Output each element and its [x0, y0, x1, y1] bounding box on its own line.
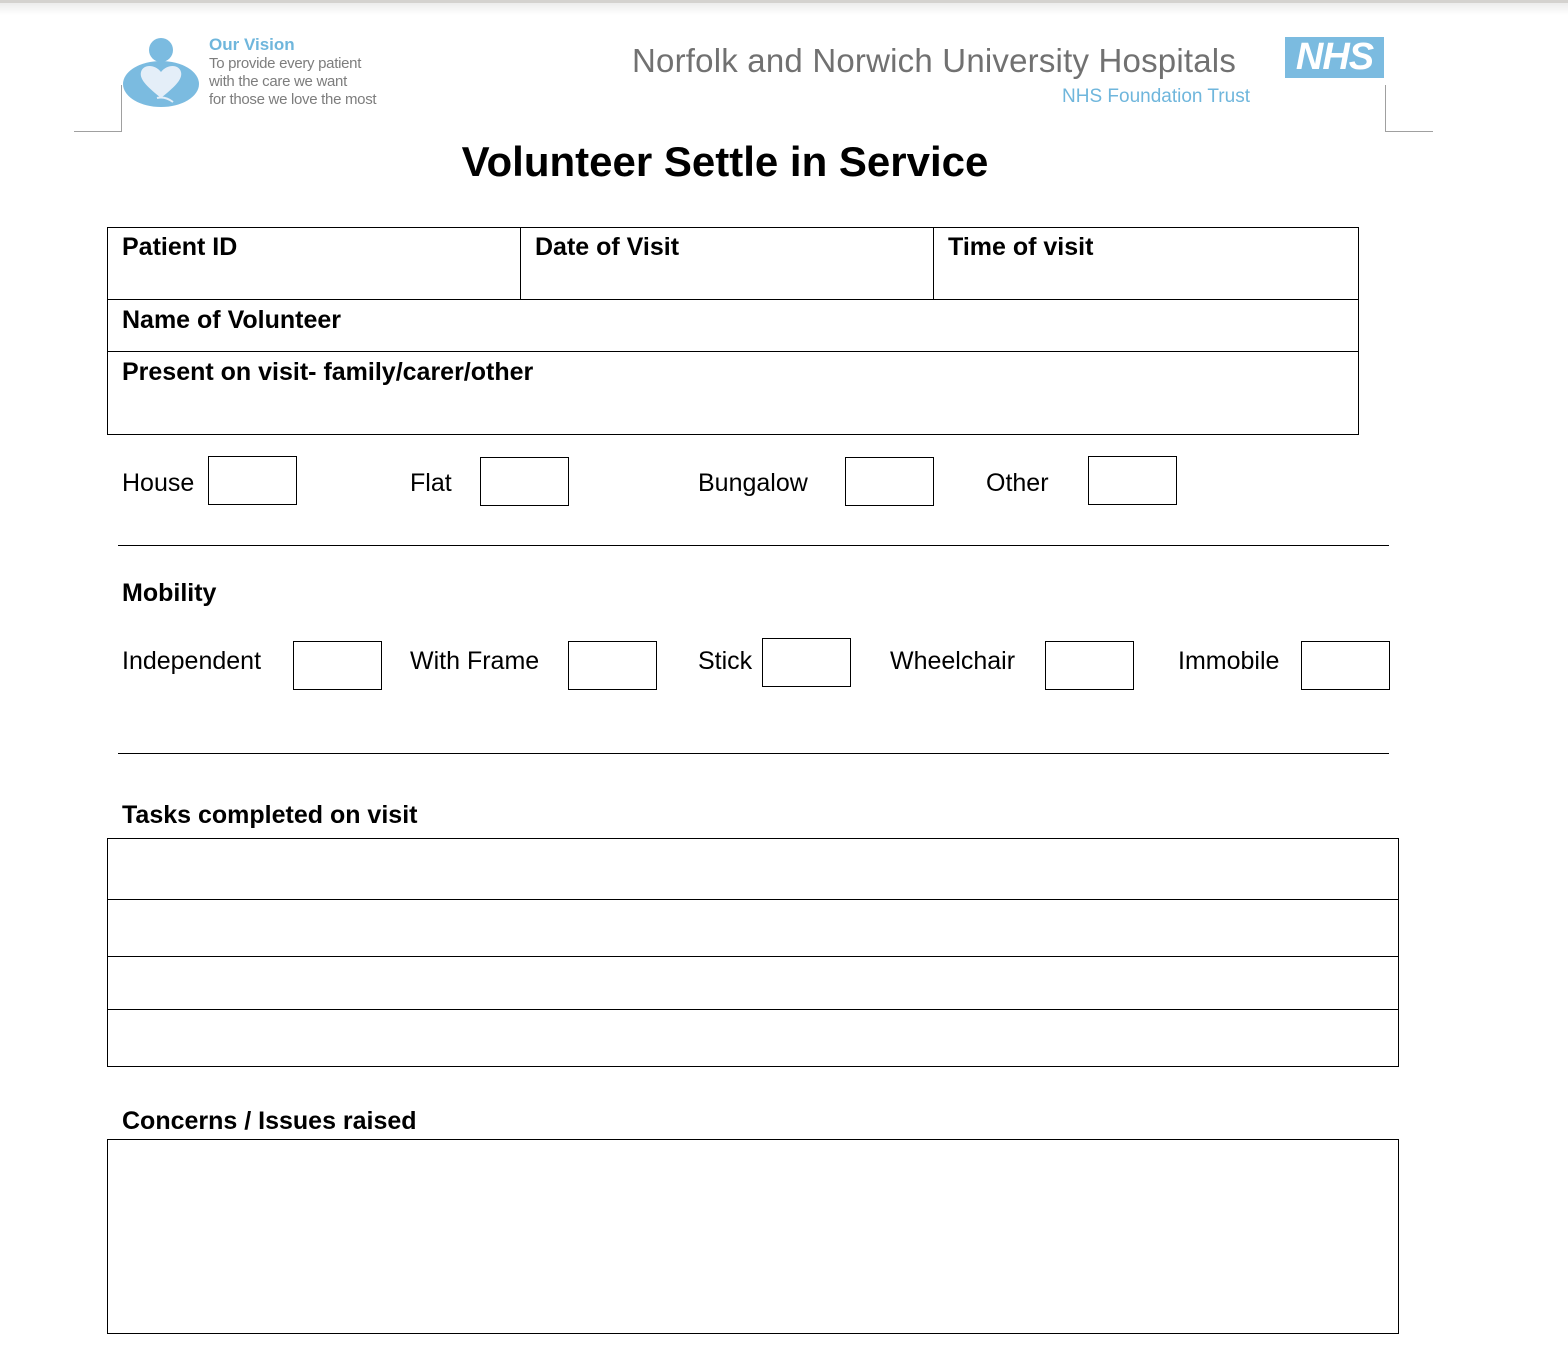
date-of-visit-field[interactable]: Date of Visit: [535, 233, 679, 262]
task-row-3[interactable]: [108, 957, 1398, 1009]
mobility-checkbox-immobile[interactable]: [1301, 641, 1390, 690]
vision-line-2: with the care we want: [209, 73, 347, 90]
mobility-checkbox-wheelchair[interactable]: [1045, 641, 1134, 690]
crop-mark-right: [1385, 85, 1433, 132]
vision-line-3: for those we love the most: [209, 91, 377, 108]
time-of-visit-field[interactable]: Time of visit: [948, 233, 1093, 262]
vision-title: Our Vision: [209, 35, 295, 54]
tasks-heading: Tasks completed on visit: [122, 801, 418, 829]
residence-label-bungalow: Bungalow: [698, 469, 808, 497]
mobility-heading: Mobility: [122, 579, 217, 607]
patient-id-field[interactable]: Patient ID: [122, 233, 237, 262]
mobility-checkbox-with-frame[interactable]: [568, 641, 657, 690]
mobility-label-with-frame: With Frame: [410, 647, 540, 675]
mobility-label-wheelchair: Wheelchair: [890, 647, 1016, 675]
residence-checkbox-other[interactable]: [1088, 456, 1177, 505]
page-title: Volunteer Settle in Service: [461, 138, 989, 185]
residence-label-other: Other: [986, 469, 1049, 497]
residence-checkbox-house[interactable]: [208, 456, 297, 505]
task-row-4[interactable]: [108, 1010, 1398, 1066]
details-row-divider: [107, 299, 1359, 300]
vision-logo-icon: [121, 36, 201, 108]
section-divider: [118, 545, 1389, 546]
window-top-shade: [0, 3, 1568, 15]
present-on-visit-field[interactable]: Present on visit- family/carer/other: [122, 358, 533, 387]
mobility-label-stick: Stick: [698, 647, 753, 675]
residence-label-flat: Flat: [410, 469, 452, 497]
residence-checkbox-bungalow[interactable]: [845, 457, 934, 506]
residence-checkbox-flat[interactable]: [480, 457, 569, 506]
mobility-label-immobile: Immobile: [1178, 647, 1280, 675]
task-row-1[interactable]: [108, 839, 1398, 899]
trust-name: Norfolk and Norwich University Hospitals: [632, 42, 1237, 79]
mobility-checkbox-independent[interactable]: [293, 641, 382, 690]
trust-subtitle: NHS Foundation Trust: [1062, 86, 1250, 107]
details-divider: [933, 227, 934, 300]
nhs-logo: NHS: [1285, 37, 1384, 78]
concerns-field[interactable]: [107, 1139, 1399, 1334]
task-row-2[interactable]: [108, 900, 1398, 955]
details-row-divider: [107, 351, 1359, 352]
mobility-checkbox-stick[interactable]: [762, 638, 851, 687]
residence-label-house: House: [122, 469, 195, 497]
concerns-heading: Concerns / Issues raised: [122, 1107, 417, 1135]
vision-line-1: To provide every patient: [209, 55, 362, 72]
details-divider: [520, 227, 521, 300]
mobility-label-independent: Independent: [122, 647, 262, 675]
section-divider: [118, 753, 1389, 754]
crop-mark-left: [74, 85, 122, 132]
volunteer-name-field[interactable]: Name of Volunteer: [122, 306, 341, 335]
